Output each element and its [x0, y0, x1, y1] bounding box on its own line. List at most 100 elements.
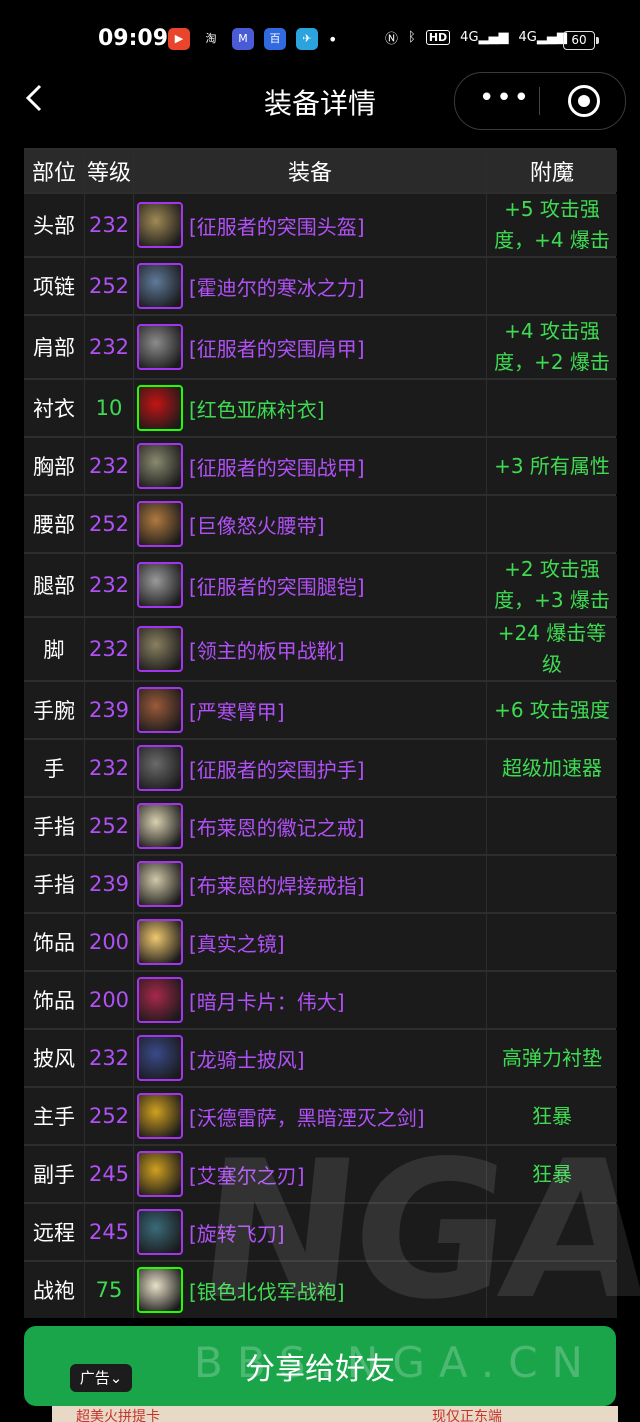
status-time: 09:09: [98, 26, 169, 51]
item-icon[interactable]: [137, 861, 183, 907]
item-name-link[interactable]: [沃德雷萨，黑暗湮灭之剑]: [189, 1102, 425, 1131]
item-name-link[interactable]: [征服者的突围护手]: [189, 754, 365, 783]
item-name-link[interactable]: [征服者的突围头盔]: [189, 211, 365, 240]
table-row[interactable]: 远程 245 [旋转飞刀]: [24, 1202, 617, 1260]
item-icon[interactable]: [137, 687, 183, 733]
item-icon[interactable]: [137, 977, 183, 1023]
level-cell: 232: [85, 438, 133, 494]
slot-cell: 腿部: [24, 554, 84, 616]
enchant-cell: [487, 1204, 617, 1260]
level-cell: 232: [85, 740, 133, 796]
enchant-cell: [487, 258, 617, 314]
table-row[interactable]: 手腕 239 [严寒臂甲] +6 攻击强度: [24, 680, 617, 738]
item-icon[interactable]: [137, 324, 183, 370]
equipment-cell[interactable]: [红色亚麻衬衣]: [134, 380, 486, 436]
item-icon[interactable]: [137, 501, 183, 547]
more-notifications-icon: •: [328, 29, 338, 49]
table-row[interactable]: 腰部 252 [巨像怒火腰带]: [24, 494, 617, 552]
video-app-icon: ▶: [168, 28, 190, 50]
level-cell: 239: [85, 682, 133, 738]
item-icon[interactable]: [137, 263, 183, 309]
equipment-cell[interactable]: [巨像怒火腰带]: [134, 496, 486, 552]
equipment-cell[interactable]: [严寒臂甲]: [134, 682, 486, 738]
table-row[interactable]: 项链 252 [霍迪尔的寒冰之力]: [24, 256, 617, 314]
enchant-cell: [487, 1262, 617, 1318]
table-row[interactable]: 脚 232 [领主的板甲战靴] +24 爆击等级: [24, 616, 617, 680]
equipment-cell[interactable]: [旋转飞刀]: [134, 1204, 486, 1260]
slot-cell: 项链: [24, 258, 84, 314]
table-row[interactable]: 饰品 200 [真实之镜]: [24, 912, 617, 970]
item-icon[interactable]: [137, 1151, 183, 1197]
slot-cell: 饰品: [24, 914, 84, 970]
taobao-icon: 淘: [200, 28, 222, 50]
table-row[interactable]: 手 232 [征服者的突围护手] 超级加速器: [24, 738, 617, 796]
equipment-cell[interactable]: [龙骑士披风]: [134, 1030, 486, 1086]
equipment-cell[interactable]: [真实之镜]: [134, 914, 486, 970]
item-icon[interactable]: [137, 1093, 183, 1139]
item-name-link[interactable]: [真实之镜]: [189, 928, 285, 957]
equipment-cell[interactable]: [布莱恩的焊接戒指]: [134, 856, 486, 912]
item-name-link[interactable]: [龙骑士披风]: [189, 1044, 305, 1073]
item-name-link[interactable]: [巨像怒火腰带]: [189, 510, 325, 539]
equipment-cell[interactable]: [银色北伐军战袍]: [134, 1262, 486, 1318]
item-name-link[interactable]: [征服者的突围腿铠]: [189, 571, 365, 600]
table-row[interactable]: 披风 232 [龙骑士披风] 高弹力衬垫: [24, 1028, 617, 1086]
level-cell: 200: [85, 972, 133, 1028]
table-row[interactable]: 战袍 75 [银色北伐军战袍]: [24, 1260, 617, 1318]
table-row[interactable]: 手指 239 [布莱恩的焊接戒指]: [24, 854, 617, 912]
equipment-cell[interactable]: [沃德雷萨，黑暗湮灭之剑]: [134, 1088, 486, 1144]
item-name-link[interactable]: [艾塞尔之刃]: [189, 1160, 305, 1189]
item-name-link[interactable]: [红色亚麻衬衣]: [189, 394, 325, 423]
more-dots-icon[interactable]: •••: [479, 83, 531, 113]
item-name-link[interactable]: [严寒臂甲]: [189, 696, 285, 725]
table-row[interactable]: 主手 252 [沃德雷萨，黑暗湮灭之剑] 狂暴: [24, 1086, 617, 1144]
close-miniprogram-icon[interactable]: [568, 85, 600, 117]
equipment-cell[interactable]: [征服者的突围头盔]: [134, 194, 486, 256]
header-equipment: 装备: [134, 150, 486, 192]
equipment-cell[interactable]: [征服者的突围战甲]: [134, 438, 486, 494]
equipment-cell[interactable]: [霍迪尔的寒冰之力]: [134, 258, 486, 314]
item-name-link[interactable]: [征服者的突围肩甲]: [189, 333, 365, 362]
level-cell: 232: [85, 1030, 133, 1086]
equipment-cell[interactable]: [领主的板甲战靴]: [134, 618, 486, 680]
item-name-link[interactable]: [布莱恩的焊接戒指]: [189, 870, 365, 899]
item-icon[interactable]: [137, 1209, 183, 1255]
item-icon[interactable]: [137, 919, 183, 965]
item-name-link[interactable]: [暗月卡片：伟大]: [189, 986, 345, 1015]
ad-badge[interactable]: 广告⌄: [70, 1364, 132, 1392]
table-row[interactable]: 肩部 232 [征服者的突围肩甲] +4 攻击强度，+2 爆击: [24, 314, 617, 378]
item-name-link[interactable]: [征服者的突围战甲]: [189, 452, 365, 481]
table-row[interactable]: 饰品 200 [暗月卡片：伟大]: [24, 970, 617, 1028]
table-row[interactable]: 副手 245 [艾塞尔之刃] 狂暴: [24, 1144, 617, 1202]
item-name-link[interactable]: [霍迪尔的寒冰之力]: [189, 272, 365, 301]
table-row[interactable]: 衬衣 10 [红色亚麻衬衣]: [24, 378, 617, 436]
table-row[interactable]: 手指 252 [布莱恩的徽记之戒]: [24, 796, 617, 854]
equipment-cell[interactable]: [征服者的突围肩甲]: [134, 316, 486, 378]
item-icon[interactable]: [137, 443, 183, 489]
slot-cell: 饰品: [24, 972, 84, 1028]
item-name-link[interactable]: [领主的板甲战靴]: [189, 635, 345, 664]
equipment-cell[interactable]: [暗月卡片：伟大]: [134, 972, 486, 1028]
item-icon[interactable]: [137, 562, 183, 608]
equipment-cell[interactable]: [征服者的突围护手]: [134, 740, 486, 796]
equipment-cell[interactable]: [征服者的突围腿铠]: [134, 554, 486, 616]
ad-banner[interactable]: 超美火拼提卡 现仅正东端: [52, 1406, 618, 1422]
item-name-link[interactable]: [布莱恩的徽记之戒]: [189, 812, 365, 841]
item-icon[interactable]: [137, 1035, 183, 1081]
share-button[interactable]: BBS.NGA.CN 分享给好友 广告⌄: [24, 1326, 616, 1406]
equipment-cell[interactable]: [布莱恩的徽记之戒]: [134, 798, 486, 854]
item-name-link[interactable]: [银色北伐军战袍]: [189, 1276, 345, 1305]
status-bar: 09:09 ▶ 淘 M 百 ✈ • Ⓝ ᛒ HD 4G▂▄▆ 4G▂▄▆ 60: [0, 0, 640, 80]
slot-cell: 胸部: [24, 438, 84, 494]
table-row[interactable]: 胸部 232 [征服者的突围战甲] +3 所有属性: [24, 436, 617, 494]
item-icon[interactable]: [137, 1267, 183, 1313]
equipment-cell[interactable]: [艾塞尔之刃]: [134, 1146, 486, 1202]
item-icon[interactable]: [137, 626, 183, 672]
item-name-link[interactable]: [旋转飞刀]: [189, 1218, 285, 1247]
item-icon[interactable]: [137, 745, 183, 791]
table-row[interactable]: 腿部 232 [征服者的突围腿铠] +2 攻击强度，+3 爆击: [24, 552, 617, 616]
item-icon[interactable]: [137, 385, 183, 431]
item-icon[interactable]: [137, 202, 183, 248]
table-row[interactable]: 头部 232 [征服者的突围头盔] +5 攻击强度，+4 爆击: [24, 192, 617, 256]
item-icon[interactable]: [137, 803, 183, 849]
